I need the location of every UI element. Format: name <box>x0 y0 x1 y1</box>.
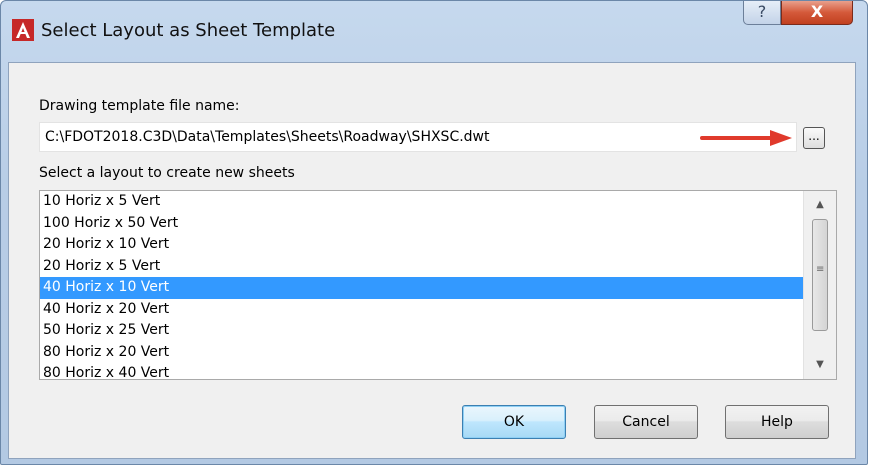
title-bar[interactable]: Select Layout as Sheet Template ? X <box>1 1 867 61</box>
autocad-app-icon <box>12 19 34 41</box>
layout-list-item[interactable]: 10 Horiz x 5 Vert <box>40 191 804 213</box>
scroll-down-arrow-icon[interactable]: ▼ <box>804 355 836 375</box>
layout-listbox[interactable]: 10 Horiz x 5 Vert 100 Horiz x 50 Vert 20 H… <box>39 190 837 380</box>
layout-list-item[interactable]: 40 Horiz x 20 Vert <box>40 299 804 321</box>
layout-list-item[interactable]: 40 Horiz x 10 Vert <box>40 277 804 299</box>
layout-list-item[interactable]: 80 Horiz x 40 Vert <box>40 363 804 379</box>
scroll-up-arrow-icon[interactable]: ▲ <box>804 195 836 215</box>
help-title-button[interactable]: ? <box>743 1 781 25</box>
layout-list-items: 10 Horiz x 5 Vert 100 Horiz x 50 Vert 20 H… <box>40 191 804 379</box>
layout-list-item[interactable]: 20 Horiz x 10 Vert <box>40 234 804 256</box>
cancel-button[interactable]: Cancel <box>594 405 698 439</box>
template-path-field[interactable]: C:\FDOT2018.C3D\Data\Templates\Sheets\Ro… <box>39 122 797 152</box>
window-title: Select Layout as Sheet Template <box>41 20 336 41</box>
scrollbar-thumb[interactable]: ≡ <box>812 219 828 331</box>
layout-list-item[interactable]: 20 Horiz x 5 Vert <box>40 256 804 278</box>
vertical-scrollbar[interactable]: ▲ ≡ ▼ <box>803 191 836 379</box>
layout-list-item[interactable]: 80 Horiz x 20 Vert <box>40 342 804 364</box>
close-button[interactable]: X <box>781 1 853 25</box>
layout-list-item[interactable]: 50 Horiz x 25 Vert <box>40 320 804 342</box>
dialog-body: Drawing template file name: C:\FDOT2018.… <box>8 62 856 459</box>
layout-list-item[interactable]: 100 Horiz x 50 Vert <box>40 213 804 235</box>
dialog-window: Select Layout as Sheet Template ? X Draw… <box>0 0 868 465</box>
layout-list-label: Select a layout to create new sheets <box>39 165 295 181</box>
browse-button[interactable]: ... <box>803 127 825 149</box>
grip-icon: ≡ <box>816 264 825 275</box>
template-file-label: Drawing template file name: <box>39 98 240 114</box>
ok-button[interactable]: OK <box>462 405 566 439</box>
annotation-arrow-icon <box>700 130 792 146</box>
help-button[interactable]: Help <box>725 405 829 439</box>
